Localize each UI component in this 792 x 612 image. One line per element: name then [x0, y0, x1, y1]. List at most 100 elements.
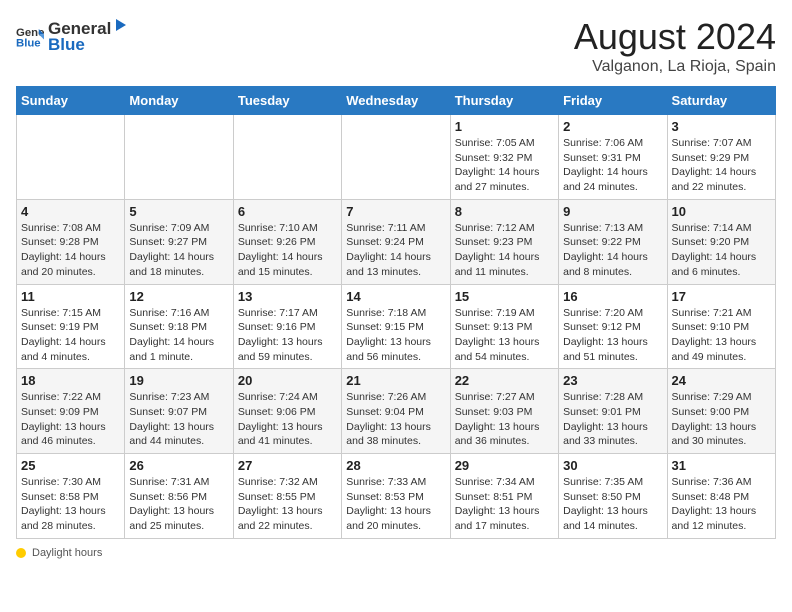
calendar-cell: 12Sunrise: 7:16 AM Sunset: 9:18 PM Dayli… — [125, 284, 233, 369]
calendar-cell: 31Sunrise: 7:36 AM Sunset: 8:48 PM Dayli… — [667, 454, 775, 539]
calendar-cell: 5 Sunrise: 7:09 AM Sunset: 9:27 PM Daylig… — [125, 199, 233, 284]
page-header: General Blue General Blue August 2024 Va… — [16, 16, 776, 76]
day-info: Sunrise: 7:28 AM Sunset: 9:01 PM Dayligh… — [563, 390, 662, 449]
calendar-weekday-sunday: Sunday — [17, 87, 125, 115]
day-number: 29 — [455, 458, 554, 473]
calendar-weekday-saturday: Saturday — [667, 87, 775, 115]
calendar-cell: 28 Sunrise: 7:33 AM Sunset: 8:53 PM Dayli… — [342, 454, 450, 539]
calendar-week-row: 11Sunrise: 7:15 AM Sunset: 9:19 PM Dayli… — [17, 284, 776, 369]
calendar-cell: 19Sunrise: 7:23 AM Sunset: 9:07 PM Dayli… — [125, 369, 233, 454]
calendar-weekday-monday: Monday — [125, 87, 233, 115]
day-info: Sunrise: 7:29 AM Sunset: 9:00 PM Dayligh… — [672, 390, 771, 449]
daylight-label: Daylight hours — [32, 547, 102, 559]
logo: General Blue General Blue — [16, 16, 130, 55]
day-number: 20 — [238, 373, 337, 388]
calendar-weekday-thursday: Thursday — [450, 87, 558, 115]
calendar-cell: 2 Sunrise: 7:06 AM Sunset: 9:31 PM Daylig… — [559, 115, 667, 200]
calendar-cell: 26 Sunrise: 7:31 AM Sunset: 8:56 PM Dayli… — [125, 454, 233, 539]
day-info: Sunrise: 7:08 AM Sunset: 9:28 PM Dayligh… — [21, 221, 120, 280]
day-number: 6 — [238, 204, 337, 219]
daylight-icon — [16, 548, 26, 558]
day-number: 31 — [672, 458, 771, 473]
calendar-header-row: SundayMondayTuesdayWednesdayThursdayFrid… — [17, 87, 776, 115]
day-info: Sunrise: 7:16 AM Sunset: 9:18 PM Dayligh… — [129, 306, 228, 365]
calendar-week-row: 18Sunrise: 7:22 AM Sunset: 9:09 PM Dayli… — [17, 369, 776, 454]
day-number: 3 — [672, 119, 771, 134]
calendar-cell: 23 Sunrise: 7:28 AM Sunset: 9:01 PM Dayli… — [559, 369, 667, 454]
day-info: Sunrise: 7:06 AM Sunset: 9:31 PM Dayligh… — [563, 136, 662, 195]
calendar-cell: 9Sunrise: 7:13 AM Sunset: 9:22 PM Daylig… — [559, 199, 667, 284]
day-info: Sunrise: 7:22 AM Sunset: 9:09 PM Dayligh… — [21, 390, 120, 449]
calendar-weekday-friday: Friday — [559, 87, 667, 115]
day-number: 23 — [563, 373, 662, 388]
day-info: Sunrise: 7:14 AM Sunset: 9:20 PM Dayligh… — [672, 221, 771, 280]
calendar-week-row: 4 Sunrise: 7:08 AM Sunset: 9:28 PM Daylig… — [17, 199, 776, 284]
calendar-cell — [342, 115, 450, 200]
day-info: Sunrise: 7:05 AM Sunset: 9:32 PM Dayligh… — [455, 136, 554, 195]
calendar-cell: 21Sunrise: 7:26 AM Sunset: 9:04 PM Dayli… — [342, 369, 450, 454]
day-number: 30 — [563, 458, 662, 473]
logo-arrow-icon — [112, 16, 130, 34]
day-number: 4 — [21, 204, 120, 219]
day-number: 2 — [563, 119, 662, 134]
day-info: Sunrise: 7:32 AM Sunset: 8:55 PM Dayligh… — [238, 475, 337, 534]
calendar-cell: 20 Sunrise: 7:24 AM Sunset: 9:06 PM Dayli… — [233, 369, 341, 454]
day-number: 16 — [563, 289, 662, 304]
day-number: 28 — [346, 458, 445, 473]
day-info: Sunrise: 7:17 AM Sunset: 9:16 PM Dayligh… — [238, 306, 337, 365]
generalblue-logo-icon: General Blue — [16, 22, 44, 50]
day-info: Sunrise: 7:19 AM Sunset: 9:13 PM Dayligh… — [455, 306, 554, 365]
calendar-cell: 4 Sunrise: 7:08 AM Sunset: 9:28 PM Daylig… — [17, 199, 125, 284]
day-number: 22 — [455, 373, 554, 388]
calendar-week-row: 25 Sunrise: 7:30 AM Sunset: 8:58 PM Dayli… — [17, 454, 776, 539]
day-number: 15 — [455, 289, 554, 304]
day-number: 25 — [21, 458, 120, 473]
calendar-cell — [125, 115, 233, 200]
day-info: Sunrise: 7:11 AM Sunset: 9:24 PM Dayligh… — [346, 221, 445, 280]
day-number: 14 — [346, 289, 445, 304]
day-number: 26 — [129, 458, 228, 473]
calendar-cell: 8 Sunrise: 7:12 AM Sunset: 9:23 PM Daylig… — [450, 199, 558, 284]
month-year-title: August 2024 — [574, 16, 776, 58]
day-number: 1 — [455, 119, 554, 134]
calendar-week-row: 1 Sunrise: 7:05 AM Sunset: 9:32 PM Daylig… — [17, 115, 776, 200]
calendar-cell: 7Sunrise: 7:11 AM Sunset: 9:24 PM Daylig… — [342, 199, 450, 284]
day-number: 13 — [238, 289, 337, 304]
calendar-cell: 1 Sunrise: 7:05 AM Sunset: 9:32 PM Daylig… — [450, 115, 558, 200]
day-info: Sunrise: 7:09 AM Sunset: 9:27 PM Dayligh… — [129, 221, 228, 280]
title-area: August 2024 Valganon, La Rioja, Spain — [574, 16, 776, 76]
day-info: Sunrise: 7:31 AM Sunset: 8:56 PM Dayligh… — [129, 475, 228, 534]
location-subtitle: Valganon, La Rioja, Spain — [574, 58, 776, 76]
day-info: Sunrise: 7:30 AM Sunset: 8:58 PM Dayligh… — [21, 475, 120, 534]
calendar-cell: 30 Sunrise: 7:35 AM Sunset: 8:50 PM Dayli… — [559, 454, 667, 539]
day-number: 24 — [672, 373, 771, 388]
calendar-cell — [233, 115, 341, 200]
calendar-cell: 27Sunrise: 7:32 AM Sunset: 8:55 PM Dayli… — [233, 454, 341, 539]
calendar-cell: 3Sunrise: 7:07 AM Sunset: 9:29 PM Daylig… — [667, 115, 775, 200]
day-number: 19 — [129, 373, 228, 388]
day-info: Sunrise: 7:21 AM Sunset: 9:10 PM Dayligh… — [672, 306, 771, 365]
calendar-cell: 16Sunrise: 7:20 AM Sunset: 9:12 PM Dayli… — [559, 284, 667, 369]
calendar-cell: 25 Sunrise: 7:30 AM Sunset: 8:58 PM Dayli… — [17, 454, 125, 539]
calendar-cell: 17 Sunrise: 7:21 AM Sunset: 9:10 PM Dayli… — [667, 284, 775, 369]
day-number: 5 — [129, 204, 228, 219]
calendar-cell: 11Sunrise: 7:15 AM Sunset: 9:19 PM Dayli… — [17, 284, 125, 369]
calendar-cell: 18Sunrise: 7:22 AM Sunset: 9:09 PM Dayli… — [17, 369, 125, 454]
day-number: 10 — [672, 204, 771, 219]
day-info: Sunrise: 7:10 AM Sunset: 9:26 PM Dayligh… — [238, 221, 337, 280]
day-number: 17 — [672, 289, 771, 304]
svg-text:Blue: Blue — [16, 37, 41, 49]
day-info: Sunrise: 7:12 AM Sunset: 9:23 PM Dayligh… — [455, 221, 554, 280]
calendar-cell: 14Sunrise: 7:18 AM Sunset: 9:15 PM Dayli… — [342, 284, 450, 369]
day-number: 11 — [21, 289, 120, 304]
day-number: 9 — [563, 204, 662, 219]
day-info: Sunrise: 7:27 AM Sunset: 9:03 PM Dayligh… — [455, 390, 554, 449]
day-number: 8 — [455, 204, 554, 219]
day-info: Sunrise: 7:24 AM Sunset: 9:06 PM Dayligh… — [238, 390, 337, 449]
calendar-cell: 15 Sunrise: 7:19 AM Sunset: 9:13 PM Dayli… — [450, 284, 558, 369]
day-info: Sunrise: 7:34 AM Sunset: 8:51 PM Dayligh… — [455, 475, 554, 534]
day-info: Sunrise: 7:33 AM Sunset: 8:53 PM Dayligh… — [346, 475, 445, 534]
calendar-cell: 22 Sunrise: 7:27 AM Sunset: 9:03 PM Dayli… — [450, 369, 558, 454]
calendar-weekday-tuesday: Tuesday — [233, 87, 341, 115]
day-info: Sunrise: 7:35 AM Sunset: 8:50 PM Dayligh… — [563, 475, 662, 534]
